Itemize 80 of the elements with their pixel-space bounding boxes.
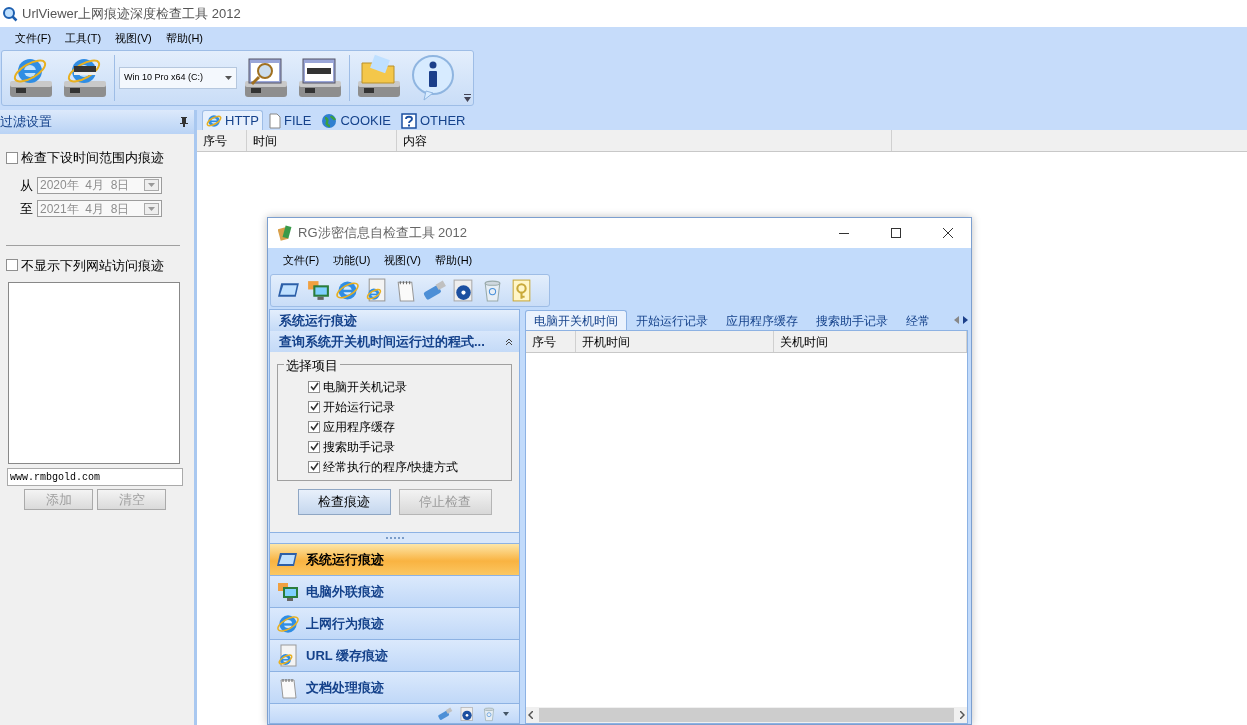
menu-item[interactable]: 文件(F) [276,251,327,269]
button[interactable]: 检查痕迹 [297,489,391,515]
check-icon [309,422,319,431]
maximize-icon [891,228,901,238]
pin-icon[interactable] [180,117,188,127]
tab[interactable]: OTHER [397,110,470,130]
menu-item[interactable]: 帮助(H) [158,30,211,47]
nav-item[interactable]: 上网行为痕迹 [270,608,519,640]
magnifier-icon [2,5,18,22]
scroll-left-icon[interactable] [528,711,533,719]
checkbox[interactable] [308,400,320,413]
usb-drive-icon[interactable] [437,705,453,722]
tab[interactable]: COOKIE [317,110,395,130]
site-list[interactable] [8,282,180,464]
usb-drive-icon[interactable] [422,278,447,303]
nav-item[interactable]: URL 缓存痕迹 [270,640,519,672]
minimize-icon [839,232,849,234]
checkbox-label: 电脑开关机记录 [323,378,407,396]
menu-item[interactable]: 工具(T) [58,30,109,47]
panel-title: 过滤设置 [0,113,52,132]
menu-item[interactable]: 视图(V) [377,251,428,269]
date-label: 至 [20,200,33,218]
checkbox[interactable] [308,440,320,453]
scroll-right-icon[interactable] [960,711,965,719]
check-icon [309,462,319,471]
column-header[interactable]: 内容 [397,130,892,151]
menu-item[interactable]: 帮助(H) [428,251,480,269]
window-title: RG涉密信息自检查工具 2012 [298,224,469,243]
check-icon [309,442,319,451]
tab[interactable]: 搜索助手记录 [807,310,897,330]
column-header[interactable]: 时间 [247,130,397,151]
column-header[interactable]: 关机时间 [774,331,967,352]
checkbox[interactable] [6,151,18,164]
checkbox-label: 应用程序缓存 [323,418,395,436]
column-header[interactable]: 开机时间 [575,331,775,352]
menu-item[interactable]: 视图(V) [108,30,159,47]
scroll-right-icon[interactable] [963,316,968,324]
checkbox-label: 经常执行的程序/快捷方式 [323,458,459,476]
network-computer-icon[interactable] [306,278,331,303]
column-header[interactable]: 序号 [526,331,576,352]
caret-icon [225,76,232,80]
section-header[interactable]: 查询系统开关机时间运行过的程式... [270,331,519,352]
check-icon [309,402,319,411]
caret-icon[interactable] [503,711,509,716]
site-input[interactable]: www.rmbgold.com [7,468,183,486]
horizontal-scrollbar[interactable] [526,707,967,723]
drive-select[interactable]: Win 10 Pro x64 (C:) [119,67,237,89]
window-title: UrlViewer上网痕迹深度检查工具 2012 [22,4,241,23]
checkbox[interactable] [308,460,320,473]
tab[interactable]: HTTP [202,110,263,130]
check-icon [309,382,319,391]
menu-item[interactable]: 文件(F) [8,30,59,47]
nav-item[interactable]: 文档处理痕迹 [270,672,519,704]
tab[interactable]: 开始运行记录 [627,310,717,330]
browser-icon [206,112,222,129]
page-icon [268,112,281,129]
checkbox-label: 搜索助手记录 [323,438,395,456]
checkbox[interactable] [6,259,18,272]
panel-header: 系统运行痕迹 [270,310,519,331]
tab[interactable]: 电脑开关机时间 [525,310,627,330]
checkbox-label: 检查下设时间范围内痕迹 [21,149,164,167]
browser-page-icon [276,643,300,668]
tab[interactable]: FILE [264,110,316,130]
app-icon [278,225,292,241]
globe-icon [321,112,338,129]
menu-item[interactable]: 功能(U) [326,251,378,269]
checkbox-label: 不显示下列网站访问痕迹 [21,256,164,275]
tab[interactable]: 应用程序缓存 [717,310,807,330]
overflow-icon[interactable] [464,94,471,102]
checkbox[interactable] [308,380,320,393]
column-header[interactable]: 序号 [197,130,247,151]
date-label: 从 [20,176,33,195]
caret-icon [148,183,155,188]
nav-item[interactable]: 电脑外联痕迹 [270,576,519,608]
checkbox[interactable] [308,420,320,433]
caret-icon [148,206,155,211]
tab[interactable]: 经常 [897,310,939,330]
close-icon [943,228,953,238]
nav-item[interactable]: 系统运行痕迹 [270,544,519,576]
checkbox-label: 开始运行记录 [323,398,395,416]
